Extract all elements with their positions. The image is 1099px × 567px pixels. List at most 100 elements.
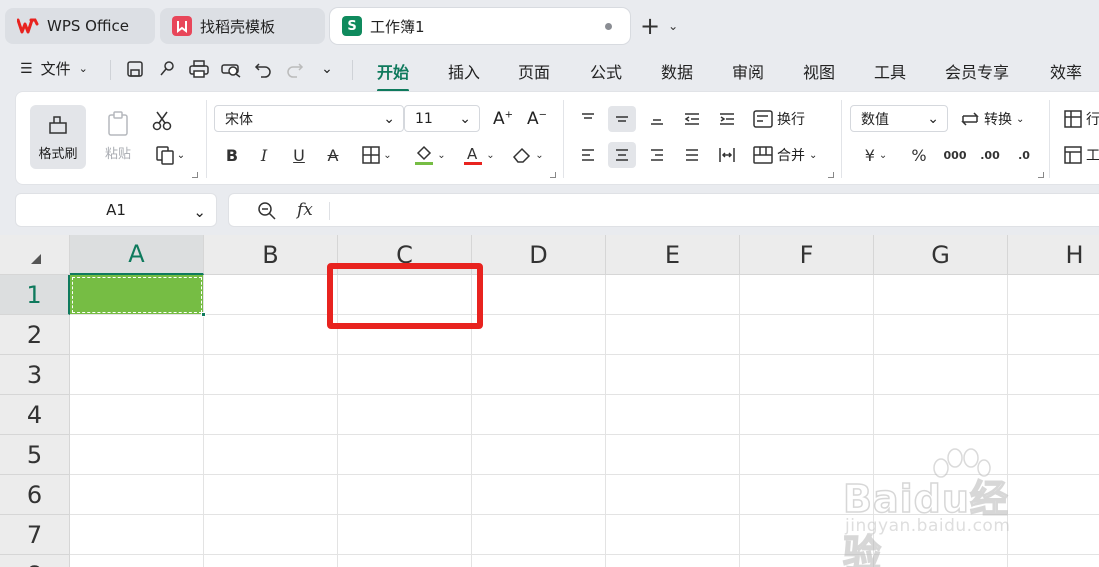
cell-b8[interactable] bbox=[204, 555, 338, 567]
distribute-button[interactable] bbox=[713, 142, 741, 168]
cell-a4[interactable] bbox=[70, 395, 204, 435]
cell-h1[interactable] bbox=[1008, 275, 1099, 315]
cell-a1[interactable] bbox=[70, 275, 204, 315]
menu-home[interactable]: 开始 bbox=[377, 59, 410, 92]
cell-a6[interactable] bbox=[70, 475, 204, 515]
align-middle-button[interactable] bbox=[608, 106, 636, 132]
wrap-text-button[interactable]: 换行 bbox=[753, 109, 805, 129]
select-all-button[interactable] bbox=[0, 235, 70, 275]
menu-data[interactable]: 数据 bbox=[661, 59, 693, 83]
print-preview-button[interactable] bbox=[219, 57, 243, 81]
column-header-g[interactable]: G bbox=[874, 235, 1008, 275]
cell-e8[interactable] bbox=[606, 555, 740, 567]
percent-button[interactable]: % bbox=[908, 142, 930, 168]
cell-g4[interactable] bbox=[874, 395, 1008, 435]
chevron-down-icon[interactable]: ⌄ bbox=[668, 19, 678, 33]
cell-d8[interactable] bbox=[472, 555, 606, 567]
borders-button[interactable]: ⌄ bbox=[358, 142, 396, 168]
column-header-f[interactable]: F bbox=[740, 235, 874, 275]
format-painter-button[interactable]: 格式刷 bbox=[30, 105, 86, 169]
zoom-search-icon[interactable] bbox=[257, 201, 277, 225]
menu-member[interactable]: 会员专享 bbox=[945, 59, 1009, 83]
cell-d2[interactable] bbox=[472, 315, 606, 355]
increase-font-button[interactable]: A+ bbox=[490, 106, 516, 132]
column-header-h[interactable]: H bbox=[1008, 235, 1099, 275]
cell-h3[interactable] bbox=[1008, 355, 1099, 395]
cell-g3[interactable] bbox=[874, 355, 1008, 395]
cell-c3[interactable] bbox=[338, 355, 472, 395]
number-format-select[interactable]: 数值 ⌄ bbox=[850, 105, 948, 132]
italic-button[interactable]: I bbox=[253, 142, 275, 168]
cell-d3[interactable] bbox=[472, 355, 606, 395]
cell-a5[interactable] bbox=[70, 435, 204, 475]
align-bottom-button[interactable] bbox=[643, 106, 671, 132]
menu-insert[interactable]: 插入 bbox=[448, 59, 480, 83]
menu-view[interactable]: 视图 bbox=[803, 59, 835, 83]
cell-a8[interactable] bbox=[70, 555, 204, 567]
cell-c6[interactable] bbox=[338, 475, 472, 515]
row-header-2[interactable]: 2 bbox=[0, 315, 70, 355]
cell-a2[interactable] bbox=[70, 315, 204, 355]
number-dialog-launcher[interactable] bbox=[1038, 172, 1044, 178]
save-button[interactable] bbox=[123, 57, 147, 81]
row-column-button[interactable]: 行 bbox=[1064, 109, 1099, 129]
menu-tools[interactable]: 工具 bbox=[874, 59, 906, 83]
fill-color-button[interactable]: ⌄ bbox=[410, 142, 450, 168]
cell-e5[interactable] bbox=[606, 435, 740, 475]
formula-bar[interactable]: fx bbox=[228, 193, 1099, 227]
row-header-5[interactable]: 5 bbox=[0, 435, 70, 475]
increase-decimal-button[interactable]: .00 bbox=[978, 142, 1002, 168]
name-box[interactable]: A1 ⌄ bbox=[15, 193, 217, 227]
cell-b6[interactable] bbox=[204, 475, 338, 515]
cell-d7[interactable] bbox=[472, 515, 606, 555]
cell-c4[interactable] bbox=[338, 395, 472, 435]
row-header-6[interactable]: 6 bbox=[0, 475, 70, 515]
menu-page[interactable]: 页面 bbox=[518, 59, 550, 83]
cell-d5[interactable] bbox=[472, 435, 606, 475]
cell-b5[interactable] bbox=[204, 435, 338, 475]
menu-efficiency[interactable]: 效率 bbox=[1050, 59, 1082, 83]
decrease-decimal-button[interactable]: .0 bbox=[1012, 142, 1036, 168]
share-button[interactable] bbox=[155, 57, 179, 81]
cell-g2[interactable] bbox=[874, 315, 1008, 355]
font-color-button[interactable]: A ⌄ bbox=[460, 142, 498, 168]
row-header-4[interactable]: 4 bbox=[0, 395, 70, 435]
cell-a3[interactable] bbox=[70, 355, 204, 395]
bold-button[interactable]: B bbox=[221, 142, 243, 168]
paste-button[interactable]: 粘贴 bbox=[90, 105, 146, 169]
thousands-separator-button[interactable]: 000 bbox=[944, 142, 967, 168]
justify-button[interactable] bbox=[678, 142, 706, 168]
decrease-indent-button[interactable] bbox=[678, 106, 706, 132]
column-header-b[interactable]: B bbox=[204, 235, 338, 275]
currency-button[interactable]: ¥ ⌄ bbox=[858, 142, 894, 168]
cell-b2[interactable] bbox=[204, 315, 338, 355]
file-menu[interactable]: ☰ 文件 ⌄ bbox=[20, 58, 88, 79]
cell-c8[interactable] bbox=[338, 555, 472, 567]
align-center-button[interactable] bbox=[608, 142, 636, 168]
print-button[interactable] bbox=[187, 57, 211, 81]
cell-b4[interactable] bbox=[204, 395, 338, 435]
tab-docer-templates[interactable]: 找稻壳模板 bbox=[160, 8, 325, 44]
cell-f4[interactable] bbox=[740, 395, 874, 435]
row-header-1[interactable]: 1 bbox=[0, 275, 70, 315]
row-header-8[interactable]: 8 bbox=[0, 555, 70, 567]
cell-a7[interactable] bbox=[70, 515, 204, 555]
alignment-dialog-launcher[interactable] bbox=[828, 172, 834, 178]
increase-indent-button[interactable] bbox=[713, 106, 741, 132]
strikethrough-button[interactable]: A bbox=[322, 142, 344, 168]
font-name-select[interactable]: 宋体 ⌄ bbox=[214, 105, 404, 132]
cell-d1[interactable] bbox=[472, 275, 606, 315]
row-header-3[interactable]: 3 bbox=[0, 355, 70, 395]
underline-button[interactable]: U bbox=[288, 142, 310, 168]
cell-b7[interactable] bbox=[204, 515, 338, 555]
column-header-a[interactable]: A bbox=[70, 235, 204, 275]
align-top-button[interactable] bbox=[574, 106, 602, 132]
cell-c7[interactable] bbox=[338, 515, 472, 555]
clear-button[interactable]: ⌄ bbox=[508, 142, 548, 168]
clipboard-dialog-launcher[interactable] bbox=[192, 172, 198, 178]
cell-d4[interactable] bbox=[472, 395, 606, 435]
cell-h4[interactable] bbox=[1008, 395, 1099, 435]
cell-h2[interactable] bbox=[1008, 315, 1099, 355]
cell-e2[interactable] bbox=[606, 315, 740, 355]
menu-formula[interactable]: 公式 bbox=[590, 59, 622, 83]
